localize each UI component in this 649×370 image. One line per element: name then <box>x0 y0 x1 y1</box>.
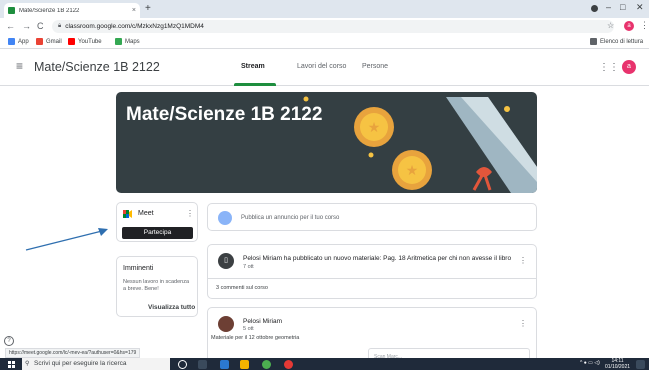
meet-label: Meet <box>138 210 154 217</box>
account-avatar[interactable]: a <box>622 60 636 74</box>
svg-text:★: ★ <box>406 162 419 178</box>
back-icon[interactable]: ← <box>6 21 15 31</box>
bookmark-star-icon[interactable]: ☆ <box>607 21 614 30</box>
post-body: Materiale per il 12 ottobre geometria <box>211 335 300 341</box>
bookmark-maps[interactable]: Maps <box>115 38 140 45</box>
browser-tab-bar: Mate/Scienze 1B 2122 × + – □ ✕ <box>0 0 649 18</box>
view-all-link[interactable]: Visualizza tutto <box>148 304 195 311</box>
post-time: 5 ott <box>243 326 254 332</box>
lock-icon: 🔒︎ <box>58 23 62 29</box>
task-view-icon[interactable] <box>198 360 207 369</box>
announce-box[interactable]: Pubblica un annuncio per il tuo corso <box>207 203 537 231</box>
chrome-icon[interactable] <box>262 360 271 369</box>
upcoming-card: Imminenti Nessun lavoro in scadenza a br… <box>116 256 198 317</box>
bookmark-apps[interactable]: App <box>8 38 29 45</box>
new-tab-button[interactable]: + <box>145 3 151 14</box>
maps-icon <box>115 38 122 45</box>
hamburger-menu-icon[interactable]: ≡ <box>16 59 23 73</box>
divider <box>208 278 536 279</box>
browser-profile-avatar[interactable]: a <box>624 21 634 31</box>
status-url: https://meet.google.com/lc/-mev-ea/?auth… <box>5 348 141 358</box>
maximize-icon[interactable]: □ <box>620 2 625 12</box>
banner-title: Mate/Scienze 1B 2122 <box>126 104 323 125</box>
forward-icon[interactable]: → <box>22 21 31 31</box>
system-tray-icons[interactable]: ^ ● ▭ ◁) <box>580 360 600 366</box>
gmail-icon <box>36 38 43 45</box>
browser-menu-icon[interactable]: ⋮ <box>640 20 649 31</box>
search-icon: ⚲ <box>25 361 30 367</box>
upcoming-text: Nessun lavoro in scadenza a breve. Bene! <box>123 279 190 292</box>
class-title[interactable]: Mate/Scienze 1B 2122 <box>34 60 160 74</box>
join-meet-button[interactable]: Partecipa <box>122 227 193 239</box>
classroom-header: ≡ Mate/Scienze 1B 2122 Stream Lavori del… <box>0 49 649 86</box>
browser-tab[interactable]: Mate/Scienze 1B 2122 × <box>4 3 140 18</box>
store-icon[interactable] <box>220 360 229 369</box>
svg-text:★: ★ <box>368 119 381 135</box>
apps-grid-icon <box>8 38 15 45</box>
taskbar-search[interactable]: ⚲ Scrivi qui per eseguire la ricerca <box>22 358 170 370</box>
material-icon: ▯ <box>218 253 234 269</box>
meet-options-icon[interactable]: ⋮ <box>186 209 194 218</box>
active-tab-indicator <box>234 83 276 86</box>
class-banner: ★ ★ Mate/Scienze 1B 2122 <box>116 92 537 193</box>
reload-icon[interactable]: C <box>37 21 44 31</box>
browser-toolbar: ← → C 🔒︎ classroom.google.com/c/MzkxNzg1… <box>0 18 649 35</box>
cortana-icon[interactable] <box>178 360 187 369</box>
meet-logo-icon <box>123 210 132 218</box>
profile-indicator-icon[interactable] <box>591 5 598 12</box>
help-icon[interactable]: ? <box>4 336 14 346</box>
windows-start-icon[interactable] <box>8 361 15 368</box>
tab-people[interactable]: Persone <box>362 63 388 70</box>
post-options-icon[interactable]: ⋮ <box>519 256 527 265</box>
app-icon[interactable] <box>284 360 293 369</box>
minimize-icon[interactable]: – <box>606 2 611 12</box>
post-comments-link[interactable]: 3 commenti sul corso <box>216 285 268 291</box>
youtube-icon <box>68 38 75 45</box>
reading-list[interactable]: Elenco di lettura <box>590 38 643 45</box>
classroom-favicon-icon <box>8 7 15 14</box>
window-close-icon[interactable]: ✕ <box>636 2 644 13</box>
bookmark-youtube[interactable]: YouTube <box>68 38 102 45</box>
notifications-icon[interactable] <box>636 360 645 369</box>
post-options-icon[interactable]: ⋮ <box>519 319 527 328</box>
post-text: Pelosi Miriam ha pubblicato un nuovo mat… <box>243 255 512 262</box>
file-explorer-icon[interactable] <box>240 360 249 369</box>
stream-post[interactable]: ▯ Pelosi Miriam ha pubblicato un nuovo m… <box>207 244 537 299</box>
address-bar[interactable]: 🔒︎ classroom.google.com/c/MzkxNzg1MzQ1MD… <box>52 20 614 33</box>
taskbar-clock[interactable]: 14:11 01/10/2021 <box>605 358 630 370</box>
meet-card: Meet ⋮ Partecipa <box>116 202 198 242</box>
tab-close-icon[interactable]: × <box>132 7 136 14</box>
bookmarks-bar: App Gmail YouTube Maps Elenco di lettura <box>0 35 649 49</box>
user-avatar <box>218 211 232 225</box>
reading-list-icon <box>590 38 597 45</box>
author-avatar <box>218 316 234 332</box>
address-url: classroom.google.com/c/MzkxNzg1MzQ1MDM4 <box>65 23 204 30</box>
windows-taskbar: ⚲ Scrivi qui per eseguire la ricerca ^ ●… <box>0 358 649 370</box>
tab-stream[interactable]: Stream <box>241 63 265 70</box>
upcoming-title: Imminenti <box>123 265 154 272</box>
tab-classwork[interactable]: Lavori del corso <box>297 63 346 70</box>
announce-placeholder: Pubblica un annuncio per il tuo corso <box>241 215 340 221</box>
bookmark-gmail[interactable]: Gmail <box>36 38 62 45</box>
post-time: 7 ott <box>243 264 254 270</box>
tab-title: Mate/Scienze 1B 2122 <box>19 7 80 14</box>
post-author: Pelosi Miriam <box>243 318 283 325</box>
